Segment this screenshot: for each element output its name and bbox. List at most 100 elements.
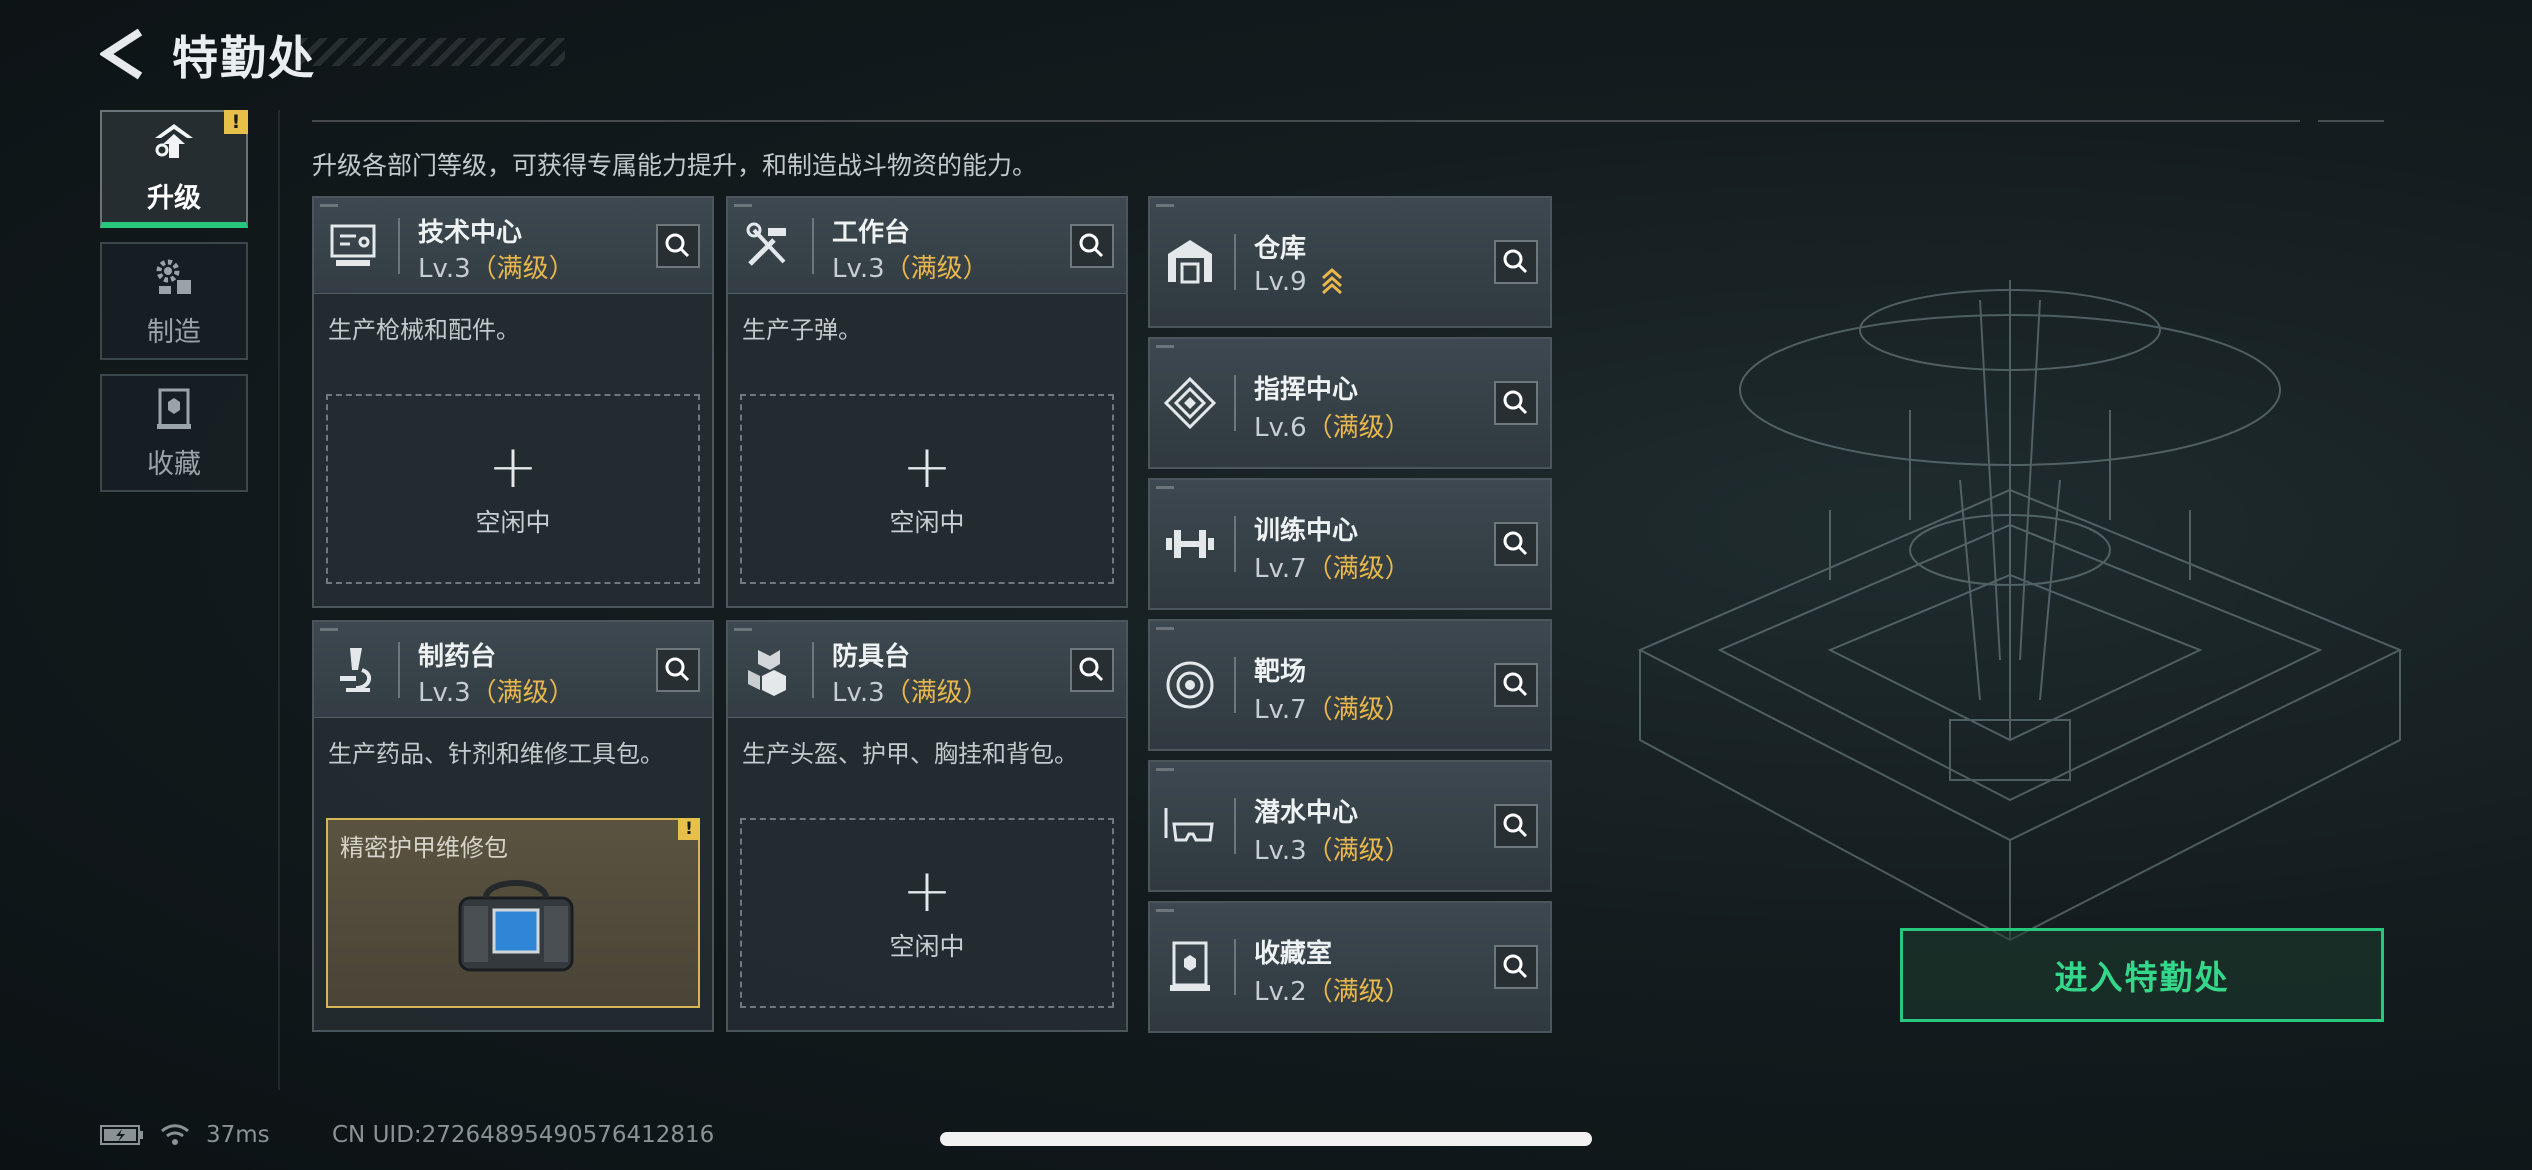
facility-level: Lv.3（满级） [418, 678, 575, 708]
facility-level: Lv.7（满级） [1254, 554, 1411, 584]
warehouse-icon [1168, 240, 1212, 284]
facility-level: Lv.3（满级） [832, 678, 989, 708]
divider [312, 120, 2300, 122]
facility-description: 生产子弹。 [742, 316, 862, 344]
tools-icon [746, 222, 786, 266]
command-center-icon [1163, 376, 1217, 430]
facility-name: 训练中心 [1254, 516, 1359, 546]
slot-status: 空闲中 [889, 932, 965, 961]
facility-description: 生产枪械和配件。 [328, 316, 520, 344]
inspect-button[interactable] [1494, 381, 1538, 425]
back-arrow-icon[interactable] [100, 28, 148, 80]
network-latency: 37ms [206, 1122, 270, 1148]
production-slot-idle[interactable]: + 空闲中 [740, 818, 1114, 1008]
crates-icon [748, 650, 786, 696]
facility-card-pharmacy[interactable]: 制药台 Lv.3（满级） 生产药品、针剂和维修工具包。 ! 精密护甲维修包 [312, 620, 714, 1032]
search-icon [665, 233, 690, 258]
armor-repair-kit-icon [458, 880, 574, 972]
inspect-button[interactable] [1494, 804, 1538, 848]
upgrade-icon [155, 123, 193, 158]
add-icon: + [487, 432, 539, 502]
gears-icon [156, 259, 191, 294]
alert-badge: ! [678, 818, 700, 840]
facility-level: Lv.3（满级） [418, 254, 575, 284]
facility-level: Lv.2（满级） [1254, 977, 1411, 1007]
sidebar-item-collection[interactable]: 收藏 [100, 374, 248, 492]
production-slot-idle[interactable]: + 空闲中 [740, 394, 1114, 584]
user-id: CN UID:2726489549057641281​6 [332, 1122, 715, 1148]
facility-name: 工作台 [832, 218, 911, 248]
facility-name: 制药台 [418, 642, 497, 672]
target-icon [1166, 661, 1214, 709]
facility-level: Lv.3（满级） [1254, 836, 1411, 866]
sidebar-item-label: 升级 [147, 182, 201, 214]
search-icon [1503, 249, 1528, 274]
title-decoration [300, 38, 565, 66]
search-icon [1079, 233, 1104, 258]
page-title: 特勤处 [172, 31, 316, 85]
inspect-button[interactable] [1070, 224, 1114, 268]
facility-description: 生产头盔、护甲、胸挂和背包。 [742, 740, 1078, 768]
section-description: 升级各部门等级，可获得专属能力提升，和制造战斗物资的能力。 [312, 151, 1038, 180]
search-icon [1503, 390, 1528, 415]
facility-level: Lv.6（满级） [1254, 413, 1411, 443]
inspect-button[interactable] [1494, 663, 1538, 707]
inspect-button[interactable] [1070, 648, 1114, 692]
facility-description: 生产药品、针剂和维修工具包。 [328, 740, 664, 768]
card-header: 技术中心 Lv.3（满级） [314, 198, 712, 294]
divider [2318, 120, 2384, 122]
facility-card-collection-room[interactable]: 收藏室 Lv.2（满级） [1148, 901, 1552, 1033]
search-icon [665, 657, 690, 682]
slot-status: 空闲中 [889, 508, 965, 537]
wifi-icon [161, 1124, 189, 1145]
inspect-button[interactable] [1494, 240, 1538, 284]
special-ops-building-illustration [1637, 280, 2403, 942]
crafting-item-name: 精密护甲维修包 [340, 834, 508, 862]
alert-badge: ! [224, 110, 248, 134]
facility-card-command-center[interactable]: 指挥中心 Lv.6（满级） [1148, 337, 1552, 469]
facility-card-warehouse[interactable]: 仓库 Lv.9 [1148, 196, 1552, 328]
collection-icon [157, 388, 191, 429]
microscope-icon [340, 648, 372, 692]
slot-status: 空闲中 [475, 508, 551, 537]
facility-level: Lv.9 [1254, 266, 1343, 297]
enter-special-ops-button[interactable]: 进入特勤处 [1900, 928, 2384, 1022]
inspect-button[interactable] [1494, 522, 1538, 566]
enter-button-label: 进入特勤处 [2054, 958, 2230, 997]
inspect-button[interactable] [656, 224, 700, 268]
card-header: 防具台 Lv.3（满级） [728, 622, 1126, 718]
production-slot-idle[interactable]: + 空闲中 [326, 394, 700, 584]
dumbbell-icon [1166, 530, 1214, 558]
facility-level: Lv.7（满级） [1254, 695, 1411, 725]
sidebar-item-upgrade[interactable]: ! 升级 [100, 110, 248, 228]
battery-icon [100, 1125, 143, 1145]
search-icon [1503, 813, 1528, 838]
facility-level: Lv.3（满级） [832, 254, 989, 284]
facility-name: 防具台 [832, 642, 911, 672]
inspect-button[interactable] [656, 648, 700, 692]
sidebar-item-craft[interactable]: 制造 [100, 242, 248, 360]
card-header: 工作台 Lv.3（满级） [728, 198, 1126, 294]
facility-name: 仓库 [1254, 234, 1307, 264]
sidebar-item-label: 制造 [147, 316, 201, 348]
upgrade-available-icon [1321, 267, 1342, 295]
facility-card-workbench[interactable]: 工作台 Lv.3（满级） 生产子弹。 + 空闲中 [726, 196, 1128, 608]
facility-name: 潜水中心 [1254, 798, 1359, 828]
add-icon: + [901, 856, 953, 926]
search-icon [1503, 954, 1528, 979]
production-slot-crafting[interactable]: ! 精密护甲维修包 [326, 818, 700, 1008]
home-indicator[interactable] [940, 1132, 1592, 1146]
facility-card-shooting-range[interactable]: 靶场 Lv.7（满级） [1148, 619, 1552, 751]
facility-card-training-center[interactable]: 训练中心 Lv.7（满级） [1148, 478, 1552, 610]
facility-card-armor-bench[interactable]: 防具台 Lv.3（满级） 生产头盔、护甲、胸挂和背包。 + 空闲中 [726, 620, 1128, 1032]
sidebar-item-label: 收藏 [147, 448, 201, 480]
inspect-button[interactable] [1494, 945, 1538, 989]
diving-mask-icon [1164, 808, 1214, 842]
facility-card-diving-center[interactable]: 潜水中心 Lv.3（满级） [1148, 760, 1552, 892]
card-header: 制药台 Lv.3（满级） [314, 622, 712, 718]
facility-name: 技术中心 [418, 218, 523, 248]
search-icon [1079, 657, 1104, 682]
collection-case-icon [1170, 941, 1210, 991]
facility-card-tech-center[interactable]: 技术中心 Lv.3（满级） 生产枪械和配件。 + 空闲中 [312, 196, 714, 608]
search-icon [1503, 531, 1528, 556]
